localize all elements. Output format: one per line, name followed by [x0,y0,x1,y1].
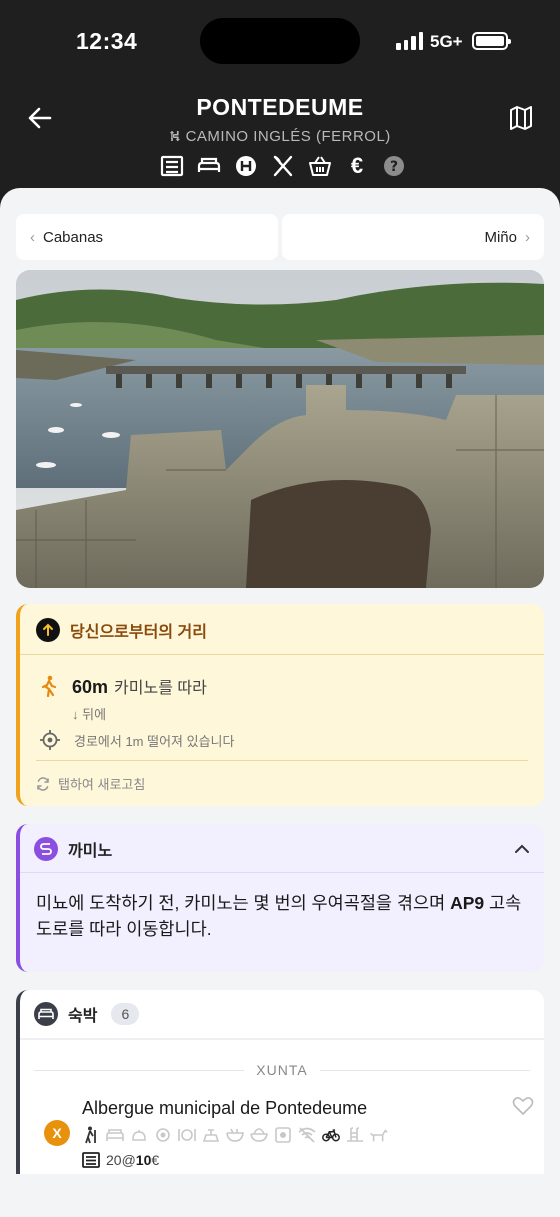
distance-value: 60m [72,677,109,697]
content-panel: ‹ Cabanas Miño › 당신으로부터의 거리 60m 카미노를 따라 … [0,188,560,1217]
prev-stage-label: Cabanas [43,228,104,246]
albergue-icon [82,1152,100,1168]
status-bar: 12:34 5G+ [0,0,560,84]
service-icons: € ? [160,153,406,178]
walk-distance-row: 60m 카미노를 따라 [40,674,207,698]
camino-description: 미뇨에 도착하기 전, 카미노는 몇 번의 우여곡절을 겪으며 AP9 고속도로… [36,893,522,939]
arrow-up-icon [36,618,60,642]
off-route-row: 경로에서 1m 떨어져 있습니다 [40,730,234,750]
distance-header: 당신으로부터의 거리 [36,618,207,642]
stage-nav: ‹ Cabanas Miño › [16,214,544,260]
pets-icon [370,1126,388,1144]
page-title: PONTEDEUME [196,94,364,120]
shop-icon[interactable] [308,154,332,178]
signal-icon [396,32,423,50]
chevron-up-icon[interactable] [514,844,530,854]
route-icon: ⛕ [169,128,181,145]
euro-icon[interactable]: € [345,153,369,178]
camino-title: 까미노 [68,843,113,860]
pool-icon [346,1126,364,1144]
walking-icon [41,675,57,697]
target-icon [40,730,60,750]
divider [20,872,544,873]
group-label: XUNTA [256,1062,308,1078]
reception-icon [130,1126,148,1144]
beds-price-row: 20@10€ [82,1152,159,1168]
next-stage-label: Miño [484,228,517,246]
bottom-area [0,1174,560,1217]
camino-header[interactable]: 까미노 [34,836,530,862]
albergue-type-badge: X [44,1120,70,1146]
refresh-label: 탭하여 새로고침 [58,777,146,792]
chevron-right-icon: › [525,228,530,246]
route-icon [34,837,58,861]
distance-along: 카미노를 따라 [114,680,207,697]
lodging-title: 숙박 [68,1008,98,1025]
no-wifi-icon [298,1126,316,1144]
currency: € [151,1152,160,1168]
breakfast-icon [250,1126,268,1144]
bicycle-icon [322,1126,340,1144]
refresh-icon [37,776,49,791]
off-route-text: 경로에서 1m 떨어져 있습니다 [74,733,235,749]
distance-card[interactable]: 당신으로부터의 거리 60m 카미노를 따라 ↓ 뒤에 경로에서 1m 떨어져 있… [16,604,544,806]
chevron-left-icon: ‹ [30,228,35,246]
albergue-icon[interactable] [160,154,184,178]
laundry-icon [154,1126,172,1144]
at-sign: @ [121,1152,136,1168]
town-photo[interactable] [16,270,544,588]
refresh-button[interactable]: 탭하여 새로고침 [36,774,145,793]
bed-icon[interactable] [197,154,221,178]
lodging-header[interactable]: 숙박 6 [34,1002,140,1026]
kitchen-icon [202,1126,220,1144]
bed-count: 20 [106,1152,122,1168]
camino-card: 까미노 미뇨에 도착하기 전, 카미노는 몇 번의 우여곡절을 겪으며 AP9 … [16,824,544,972]
dynamic-island [200,18,360,64]
battery-icon [472,32,511,50]
direction-label: ↓ 뒤에 [72,707,107,722]
meal-icon [178,1126,196,1144]
route-name: CAMINO INGLÉS (FERROL) [185,128,391,145]
bed-icon [34,1002,58,1026]
distance-title: 당신으로부터의 거리 [70,624,207,641]
svg-text:?: ? [390,159,398,175]
route-subtitle: ⛕ CAMINO INGLÉS (FERROL) [0,128,560,147]
restaurant-icon[interactable] [271,154,295,178]
pilgrim-icon [82,1126,100,1144]
lodging-count-badge: 6 [111,1003,140,1025]
network-label: 5G+ [430,32,463,51]
amenity-icons [82,1126,388,1144]
map-icon [510,106,532,130]
bowl-icon [226,1126,244,1144]
help-icon[interactable]: ? [382,154,406,178]
hotel-icon[interactable] [234,154,258,178]
status-time: 12:34 [76,28,138,54]
next-stage-button[interactable]: Miño › [282,214,544,260]
favorite-heart-icon[interactable] [512,1096,534,1116]
divider [36,760,528,761]
bed-icon [106,1126,124,1144]
locker-icon [274,1126,292,1144]
group-label-row: XUNTA [20,1062,544,1078]
albergue-name: Albergue municipal de Pontedeume [82,1098,368,1118]
map-button[interactable] [508,104,534,132]
prev-stage-button[interactable]: ‹ Cabanas [16,214,278,260]
price: 10 [135,1152,152,1168]
header: PONTEDEUME ⛕ CAMINO INGLÉS (FERROL) € ? [0,84,560,194]
divider [20,654,544,655]
divider [20,1038,544,1040]
